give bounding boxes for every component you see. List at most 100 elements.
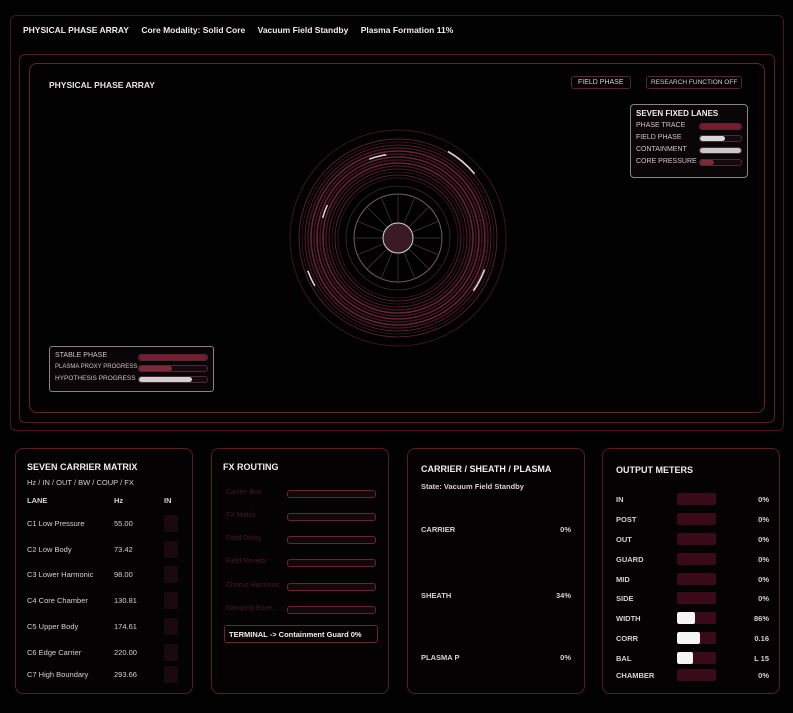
stable-label: STABLE PHASE <box>55 352 108 359</box>
fx-route-slider[interactable] <box>287 536 376 544</box>
csp-row: PLASMA P 0% <box>421 653 571 662</box>
lane-label: FIELD PHASE <box>636 134 682 141</box>
fx-route-label: Carrier Bus <box>226 489 262 496</box>
lane-hz: 293.66 <box>114 670 137 679</box>
lane-in-meter <box>164 618 178 635</box>
spoke <box>403 197 416 224</box>
meter-bar <box>677 493 716 505</box>
terminal-route[interactable]: TERMINAL -> Containment Guard 0% <box>224 625 378 643</box>
table-row[interactable]: C3 Lower Harmonic 98.00 <box>27 566 183 586</box>
research-function-button[interactable]: RESEARCH FUNCTION OFF <box>646 76 743 89</box>
stable-bar <box>138 354 208 361</box>
fx-route-row[interactable]: Field Reverb <box>224 557 376 569</box>
meter-value: 0% <box>758 555 769 564</box>
carrier-matrix-panel: SEVEN CARRIER MATRIX Hz / IN / OUT / BW … <box>15 448 193 694</box>
spoke <box>366 206 387 227</box>
fx-route-slider[interactable] <box>287 559 376 567</box>
lane-hz: 174.61 <box>114 622 137 631</box>
table-row[interactable]: C2 Low Body 73.42 <box>27 541 183 561</box>
lane-hz: 55.00 <box>114 519 133 528</box>
phase-ring-visualizer <box>289 129 507 347</box>
lane-in-meter <box>164 644 178 661</box>
spoke <box>380 197 393 224</box>
csp-title: CARRIER / SHEATH / PLASMA <box>421 464 552 474</box>
carrier-matrix-title: SEVEN CARRIER MATRIX <box>27 462 138 472</box>
meter-row: MID 0% <box>616 573 769 587</box>
meter-row: CHAMBER 0% <box>616 669 769 683</box>
meter-value: 0% <box>758 575 769 584</box>
lane-label: PHASE TRACE <box>636 122 686 129</box>
table-row[interactable]: C7 High Boundary 293.66 <box>27 666 183 686</box>
lane-name: C5 Upper Body <box>27 622 79 631</box>
spoke <box>409 249 430 270</box>
lane-hz: 220.00 <box>114 648 137 657</box>
fx-route-slider[interactable] <box>287 606 376 614</box>
lane-in-meter <box>164 666 178 683</box>
csp-state: State: Vacuum Field Standby <box>421 482 524 491</box>
meter-value: 0% <box>758 535 769 544</box>
fx-route-label: Field Delay <box>226 535 262 542</box>
lane-bar <box>699 135 742 142</box>
csp-label: CARRIER <box>421 525 456 534</box>
stable-phase-panel: STABLE PHASE PLASMA PROXY PROGRESS HYPOT… <box>49 346 214 392</box>
table-row[interactable]: C4 Core Chamber 130.81 <box>27 592 183 612</box>
fx-route-slider[interactable] <box>287 513 376 521</box>
field-phase-button[interactable]: FIELD PHASE <box>571 76 631 89</box>
table-row[interactable]: C6 Edge Carrier 220.00 <box>27 644 183 664</box>
csp-label: SHEATH <box>421 591 452 600</box>
seven-fixed-lanes-panel: SEVEN FIXED LANES PHASE TRACE FIELD PHAS… <box>630 104 748 178</box>
meter-value: 0% <box>758 515 769 524</box>
meter-row: CORR 0.16 <box>616 632 769 646</box>
table-row[interactable]: C5 Upper Body 174.61 <box>27 618 183 638</box>
meter-label: BAL <box>616 654 632 663</box>
meter-label: CORR <box>616 634 639 643</box>
spoke <box>366 249 387 270</box>
fx-route-row[interactable]: Damping Enve... <box>224 604 376 616</box>
plasma-proxy-label: PLASMA PROXY PROGRESS <box>55 364 138 370</box>
lane-hz: 98.00 <box>114 570 133 579</box>
meter-row: POST 0% <box>616 513 769 527</box>
hypothesis-label: HYPOTHESIS PROGRESS <box>55 375 136 382</box>
meter-bar <box>677 592 716 604</box>
meter-value: 0% <box>758 495 769 504</box>
carrier-sheath-plasma-panel: CARRIER / SHEATH / PLASMA State: Vacuum … <box>407 448 585 694</box>
meter-label: SIDE <box>616 594 634 603</box>
fx-route-row[interactable]: FX Matrix <box>224 511 376 523</box>
meter-bar <box>677 669 716 681</box>
meter-row: SIDE 0% <box>616 592 769 606</box>
fx-route-slider[interactable] <box>287 583 376 591</box>
plasma-formation: Plasma Formation 11% <box>360 25 454 35</box>
fx-route-label: Chorus Harmonic <box>226 582 281 589</box>
lane-bar <box>699 159 742 166</box>
spoke <box>412 243 439 256</box>
output-meters-panel: OUTPUT METERS IN 0% POST 0% OUT 0% GUARD… <box>602 448 780 694</box>
lane-label: CORE PRESSURE <box>636 158 697 165</box>
csp-value: 34% <box>555 591 571 600</box>
meters-title: OUTPUT METERS <box>616 465 694 475</box>
vacuum-status: Vacuum Field Standby <box>257 25 349 35</box>
meter-value: 0.16 <box>754 634 769 643</box>
spoke <box>409 206 430 227</box>
core-circle <box>382 222 414 254</box>
fx-route-row[interactable]: Chorus Harmonic <box>224 581 376 593</box>
table-row[interactable]: C1 Low Pressure 55.00 <box>27 515 183 535</box>
meter-row: WIDTH 86% <box>616 612 769 626</box>
meter-value: 0% <box>758 594 769 603</box>
fx-route-label: Field Reverb <box>226 558 266 565</box>
meter-bar <box>677 652 716 664</box>
lane-name: C2 Low Body <box>27 545 72 554</box>
meter-bar <box>677 632 716 644</box>
lane-in-meter <box>164 566 178 583</box>
meter-bar <box>677 513 716 525</box>
fx-route-row[interactable]: Field Delay <box>224 534 376 546</box>
meter-value: 0% <box>758 671 769 680</box>
fx-route-slider[interactable] <box>287 490 376 498</box>
lane-bar <box>699 147 742 154</box>
meter-value: L 15 <box>754 654 769 663</box>
fx-route-row[interactable]: Carrier Bus <box>224 488 376 500</box>
meter-value: 86% <box>753 614 769 623</box>
spoke <box>357 220 384 233</box>
meter-label: IN <box>616 495 624 504</box>
lane-in-meter <box>164 541 178 558</box>
lane-name: C7 High Boundary <box>27 670 89 679</box>
